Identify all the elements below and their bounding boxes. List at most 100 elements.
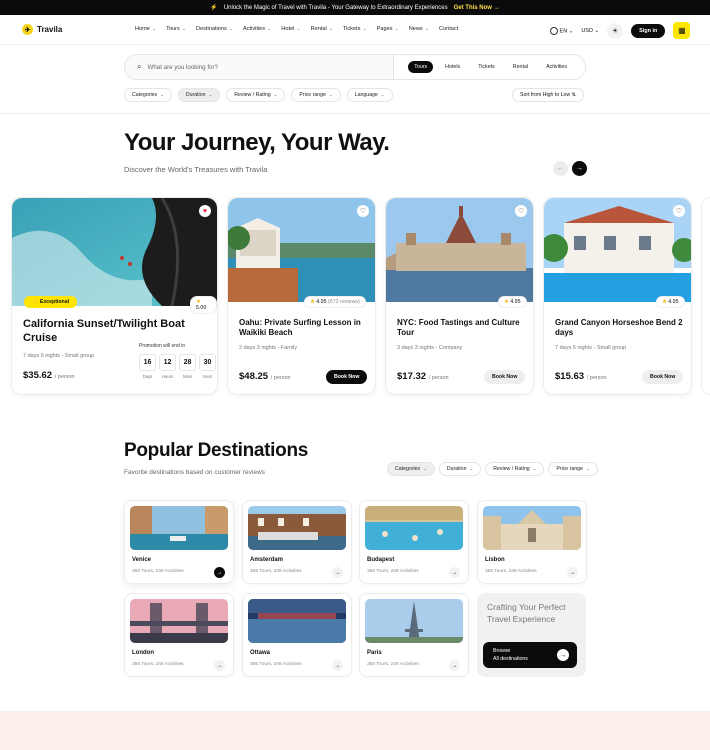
destination-card[interactable]: Lisbon 356 Tours, 248 Activities →: [477, 500, 587, 584]
destination-card[interactable]: Amsterdam 356 Tours, 248 Activities →: [242, 500, 352, 584]
logo-icon: ✈: [22, 24, 33, 35]
heart-icon[interactable]: ♡: [673, 205, 685, 217]
heart-icon[interactable]: ♡: [357, 205, 369, 217]
arrow-right-icon[interactable]: →: [567, 567, 578, 578]
destination-card[interactable]: Venice 356 Tours, 248 Activities →: [124, 500, 234, 584]
destination-card[interactable]: London 356 Tours, 248 Activities →: [124, 593, 234, 677]
chevron-down-icon: ⌄: [362, 26, 367, 32]
tour-title[interactable]: NYC: Food Tastings and Culture Tour: [397, 318, 527, 338]
nav-item-destinations[interactable]: Destinations ⌄: [196, 26, 233, 32]
filter-categories[interactable]: Categories ⌄: [124, 88, 172, 102]
tab-hotels[interactable]: Hotels: [439, 61, 466, 73]
rating-badge: ★ 5.00: [190, 296, 217, 314]
book-now-button[interactable]: Book Now: [326, 370, 368, 384]
chevron-down-icon: ⌄: [424, 26, 429, 32]
language-select[interactable]: EN ⌄: [550, 26, 573, 35]
filter-duration[interactable]: Duration ⌄: [177, 88, 221, 102]
chevron-down-icon: ⌄: [181, 26, 187, 32]
logo[interactable]: ✈ Travila: [22, 24, 62, 35]
destination-name: Paris: [367, 650, 382, 656]
tour-card-peek[interactable]: [701, 197, 710, 395]
arrow-right-icon[interactable]: →: [449, 660, 460, 671]
nav-item-contact[interactable]: Contact: [439, 26, 458, 32]
tab-activities[interactable]: Activities: [540, 61, 573, 73]
tour-meta: 7 days 6 nights - Small group: [555, 345, 627, 351]
tour-price: $15.63 / person: [555, 371, 607, 382]
arrow-right-icon[interactable]: →: [214, 660, 225, 671]
chevron-down-icon: ⌄: [328, 26, 333, 32]
tour-price: $35.62 / person: [23, 370, 75, 381]
destination-image: [365, 506, 463, 550]
nav-item-news[interactable]: News ⌄: [409, 26, 429, 32]
rating-badge: ★ 4.95: [656, 296, 685, 308]
nav-item-rental[interactable]: Rental ⌄: [311, 26, 333, 32]
nav-right: EN ⌄ USD ⌄ ☀ Sign in ▦: [550, 22, 691, 39]
destination-image: [130, 506, 228, 550]
chevron-down-icon: ⌄: [585, 466, 590, 471]
nav-item-home[interactable]: Home ⌄: [135, 26, 156, 32]
currency-select[interactable]: USD ⌄: [581, 28, 599, 34]
destination-card[interactable]: Ottawa 356 Tours, 248 Activities →: [242, 593, 352, 677]
filter-price-range[interactable]: Price range ⌄: [291, 88, 341, 102]
signin-button[interactable]: Sign in: [631, 23, 666, 38]
nav-item-pages[interactable]: Pages ⌄: [377, 26, 399, 32]
tab-tickets[interactable]: Tickets: [472, 61, 501, 73]
filter-language[interactable]: Language ⌄: [346, 88, 393, 102]
tour-title[interactable]: California Sunset/Twilight Boat Cruise: [23, 318, 213, 346]
browse-destinations-button[interactable]: Browse All destinations →: [483, 642, 577, 668]
filter-duration[interactable]: Duration ⌄: [438, 462, 482, 476]
timer-days: 16: [139, 354, 156, 371]
nav-item-activities[interactable]: Activities ⌄: [243, 26, 271, 32]
book-now-button[interactable]: Book Now: [484, 370, 526, 384]
arrow-right-icon[interactable]: →: [332, 567, 343, 578]
arrow-right-icon[interactable]: →: [332, 660, 343, 671]
arrow-right-icon: →: [557, 649, 569, 661]
destination-image: [130, 599, 228, 643]
theme-toggle-sun-icon[interactable]: ☀: [607, 22, 624, 39]
chevron-down-icon: ⌄: [228, 26, 234, 32]
star-icon: ★: [662, 299, 667, 305]
divider: [0, 113, 710, 114]
destination-name: Amsterdam: [250, 557, 284, 563]
nav-item-hotel[interactable]: Hotel ⌄: [281, 26, 300, 32]
tab-tours[interactable]: Tours: [408, 61, 434, 73]
popular-filters: Categories ⌄ Duration ⌄ Review / Rating ⌄ P…: [387, 462, 598, 476]
destination-card[interactable]: Budapest 356 Tours, 248 Activities →: [359, 500, 469, 584]
carousel-arrows: ← →: [553, 161, 587, 176]
sort-select[interactable]: Sort from High to Low ⇅: [512, 88, 584, 102]
footer-band: [0, 711, 710, 750]
heart-icon[interactable]: ♥: [199, 205, 211, 217]
filter-categories[interactable]: Categories ⌄: [387, 462, 435, 476]
tour-title[interactable]: Oahu: Private Surfing Lesson in Waikiki …: [239, 318, 369, 338]
promo-cta-link[interactable]: Get This Now →: [454, 5, 500, 11]
search-input[interactable]: What are you looking for?: [147, 64, 393, 71]
chevron-down-icon: ⌄: [208, 92, 213, 97]
destination-card[interactable]: Paris 356 Tours, 248 Activities →: [359, 593, 469, 677]
countdown-timer: 16 Days 12 Hours 28 Mins 30 Secs: [139, 354, 216, 379]
tour-card[interactable]: ♡ ★ 4.95 NYC: Food Tastings and Culture …: [385, 197, 534, 395]
arrow-right-icon[interactable]: →: [572, 161, 587, 176]
arrow-right-icon[interactable]: →: [214, 567, 225, 578]
tour-card[interactable]: ♡ ★ 4.95 Grand Canyon Horseshoe Bend 2 d…: [543, 197, 692, 395]
tour-card[interactable]: ♡ ★ 4.95 (672 reviews) Oahu: Private Sur…: [227, 197, 376, 395]
filter-row: Categories ⌄ Duration ⌄ Review / Rating ⌄ P…: [124, 88, 393, 102]
filter-review-rating[interactable]: Review / Rating ⌄: [226, 88, 286, 102]
heart-icon[interactable]: ♡: [515, 205, 527, 217]
star-icon: ★: [504, 299, 509, 305]
hero-subtitle: Discover the World's Treasures with Trav…: [124, 165, 268, 174]
tab-rental[interactable]: Rental: [507, 61, 534, 73]
tour-price: $17.32 / person: [397, 371, 449, 382]
tour-price: $48.25 / person: [239, 371, 291, 382]
filter-review-rating[interactable]: Review / Rating ⌄: [485, 462, 545, 476]
apps-grid-icon[interactable]: ▦: [673, 22, 691, 39]
sort-icon: ⇅: [571, 92, 576, 98]
tour-title[interactable]: Grand Canyon Horseshoe Bend 2 days: [555, 318, 685, 338]
nav-item-tours[interactable]: Tours ⌄: [166, 26, 186, 32]
filter-price-range[interactable]: Price range ⌄: [548, 462, 598, 476]
arrow-left-icon[interactable]: ←: [553, 161, 568, 176]
book-now-button[interactable]: Book Now: [642, 370, 684, 384]
arrow-right-icon[interactable]: →: [449, 567, 460, 578]
promo-bar: ⚡ Unlock the Magic of Travel with Travil…: [0, 0, 710, 15]
nav-item-tickets[interactable]: Tickets ⌄: [343, 26, 367, 32]
tour-image: [386, 198, 533, 302]
